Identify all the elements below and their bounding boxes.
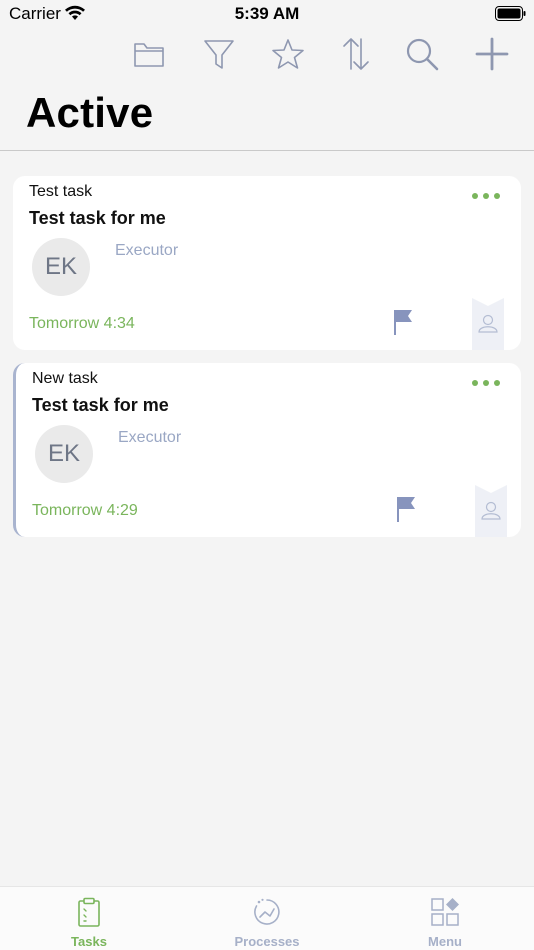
- more-dot: [472, 193, 478, 199]
- more-options-button[interactable]: [469, 373, 503, 393]
- tab-menu-label: Menu: [428, 934, 462, 949]
- tab-tasks[interactable]: Tasks: [29, 887, 149, 950]
- more-dot: [472, 380, 478, 386]
- assignee-bookmark-icon[interactable]: [475, 485, 507, 537]
- tab-menu[interactable]: Menu: [385, 887, 505, 950]
- more-dot: [494, 193, 500, 199]
- star-icon: [272, 39, 304, 69]
- task-card[interactable]: Test task Test task for me EK Executor T…: [13, 176, 521, 350]
- executor-role-label: Executor: [115, 242, 179, 259]
- folder-icon: [134, 43, 164, 67]
- more-dot: [483, 380, 489, 386]
- page-title: Active: [26, 89, 154, 136]
- sort-icon: [343, 38, 369, 70]
- favorites-button[interactable]: [268, 34, 308, 74]
- plus-icon: [475, 37, 509, 71]
- task-title: Test task for me: [32, 395, 169, 415]
- battery-icon: [495, 6, 526, 21]
- flag-icon[interactable]: [396, 495, 418, 523]
- tab-bar: Tasks Processes Menu: [0, 886, 534, 950]
- search-button[interactable]: [402, 34, 442, 74]
- toolbar: [0, 34, 534, 76]
- search-icon: [406, 38, 439, 71]
- tab-processes[interactable]: Processes: [207, 887, 327, 950]
- more-options-button[interactable]: [469, 186, 503, 206]
- more-dot: [483, 193, 489, 199]
- header-divider: [0, 150, 534, 151]
- task-title: Test task for me: [29, 208, 166, 228]
- avatar[interactable]: EK: [32, 238, 90, 296]
- executor-role-label: Executor: [118, 429, 182, 446]
- assignee-bookmark-icon[interactable]: [472, 298, 504, 350]
- folder-button[interactable]: [129, 34, 169, 74]
- grid-menu-icon: [431, 898, 459, 926]
- filter-button[interactable]: [199, 34, 239, 74]
- avatar[interactable]: EK: [35, 425, 93, 483]
- task-card[interactable]: New task Test task for me EK Executor To…: [13, 363, 521, 537]
- tab-processes-label: Processes: [234, 934, 300, 949]
- flag-icon[interactable]: [393, 308, 415, 336]
- sort-button[interactable]: [336, 34, 376, 74]
- task-type: Test task: [29, 183, 93, 200]
- task-type: New task: [32, 370, 98, 387]
- due-date: Tomorrow 4:29: [32, 502, 138, 519]
- processes-icon: [254, 898, 280, 925]
- due-date: Tomorrow 4:34: [29, 315, 135, 332]
- tab-tasks-label: Tasks: [71, 934, 107, 949]
- clock-time: 5:39 AM: [234, 4, 300, 23]
- more-dot: [494, 380, 500, 386]
- filter-icon: [204, 40, 234, 69]
- clipboard-icon: [78, 897, 100, 927]
- add-task-button[interactable]: [472, 34, 512, 74]
- status-bar: Carrier 5:39 AM: [0, 0, 534, 28]
